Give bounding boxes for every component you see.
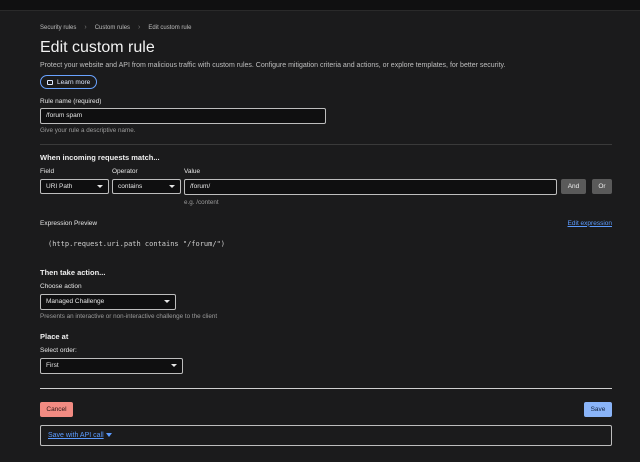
select-order-label: Select order: — [40, 346, 77, 354]
action-value: Managed Challenge — [46, 298, 105, 305]
value-example: e.g. /content — [184, 198, 219, 206]
save-api-link[interactable]: Save with API call — [48, 432, 104, 439]
action-select[interactable]: Managed Challenge — [40, 293, 176, 310]
breadcrumb-separator-icon: › — [84, 24, 87, 31]
divider — [40, 143, 612, 145]
footer-actions: Cancel Save — [40, 401, 612, 420]
save-button[interactable]: Save — [584, 401, 612, 417]
breadcrumb-custom-rules[interactable]: Custom rules — [95, 25, 130, 31]
choose-action-label: Choose action — [40, 282, 82, 290]
rule-name-group: Rule name (required) /forum spam Give yo… — [40, 98, 612, 134]
operator-value: contains — [118, 182, 143, 190]
learn-more-label: Learn more — [57, 78, 91, 86]
book-icon — [47, 79, 53, 85]
main-content: Security rules › Custom rules › Edit cus… — [40, 24, 612, 446]
rule-name-help: Give your rule a descriptive name. — [40, 126, 136, 134]
value-label: Value — [184, 167, 201, 175]
cancel-label: Cancel — [46, 405, 67, 413]
breadcrumb-current: Edit custom rule — [148, 24, 192, 31]
action-heading: Then take action... — [40, 267, 106, 277]
value-input[interactable]: /forum/ — [184, 178, 557, 195]
edit-expression-link[interactable]: Edit expression — [568, 220, 612, 227]
place-heading: Place at — [40, 331, 69, 341]
chevron-down-icon — [171, 364, 177, 367]
match-heading: When incoming requests match... — [40, 152, 160, 162]
field-label: Field — [40, 167, 55, 175]
field-select[interactable]: URI Path — [40, 178, 109, 194]
breadcrumb-security-rules[interactable]: Security rules — [40, 25, 76, 31]
expression-code: (http.request.uri.path contains "/forum/… — [48, 239, 226, 248]
page-subtitle: Protect your website and API from malici… — [40, 62, 506, 69]
action-help: Presents an interactive or non-interacti… — [40, 312, 218, 320]
and-label: And — [567, 182, 580, 190]
order-value: First — [46, 362, 59, 369]
top-bar — [0, 0, 640, 11]
rule-name-input[interactable]: /forum spam — [40, 107, 326, 124]
operator-select[interactable]: contains — [112, 178, 181, 194]
page-title: Edit custom rule — [40, 39, 155, 56]
and-button[interactable]: And — [561, 178, 586, 194]
learn-more-button[interactable]: Learn more — [40, 75, 98, 89]
rule-name-label: Rule name (required) — [40, 97, 102, 105]
or-button[interactable]: Or — [592, 178, 612, 194]
operator-label: Operator — [112, 167, 138, 175]
or-label: Or — [598, 182, 606, 190]
expression-header: Expression Preview Edit expression — [40, 218, 612, 232]
footer-divider — [40, 387, 612, 389]
chevron-down-icon — [169, 184, 175, 188]
breadcrumb-separator-icon: › — [138, 24, 141, 31]
caret-down-icon[interactable] — [105, 433, 112, 437]
order-select[interactable]: First — [40, 357, 183, 374]
expression-label: Expression Preview — [40, 219, 98, 227]
save-api-panel: Save with API call — [40, 424, 612, 446]
value-text: /forum/ — [190, 183, 211, 190]
save-label: Save — [590, 405, 606, 413]
chevron-down-icon — [164, 300, 170, 303]
rule-name-value: /forum spam — [46, 112, 83, 119]
chevron-down-icon — [97, 184, 103, 188]
field-value: URI Path — [46, 182, 73, 190]
match-row: Field URI Path Operator contains Value /… — [40, 168, 612, 208]
cancel-button[interactable]: Cancel — [40, 401, 73, 417]
breadcrumb: Security rules › Custom rules › Edit cus… — [40, 24, 612, 31]
